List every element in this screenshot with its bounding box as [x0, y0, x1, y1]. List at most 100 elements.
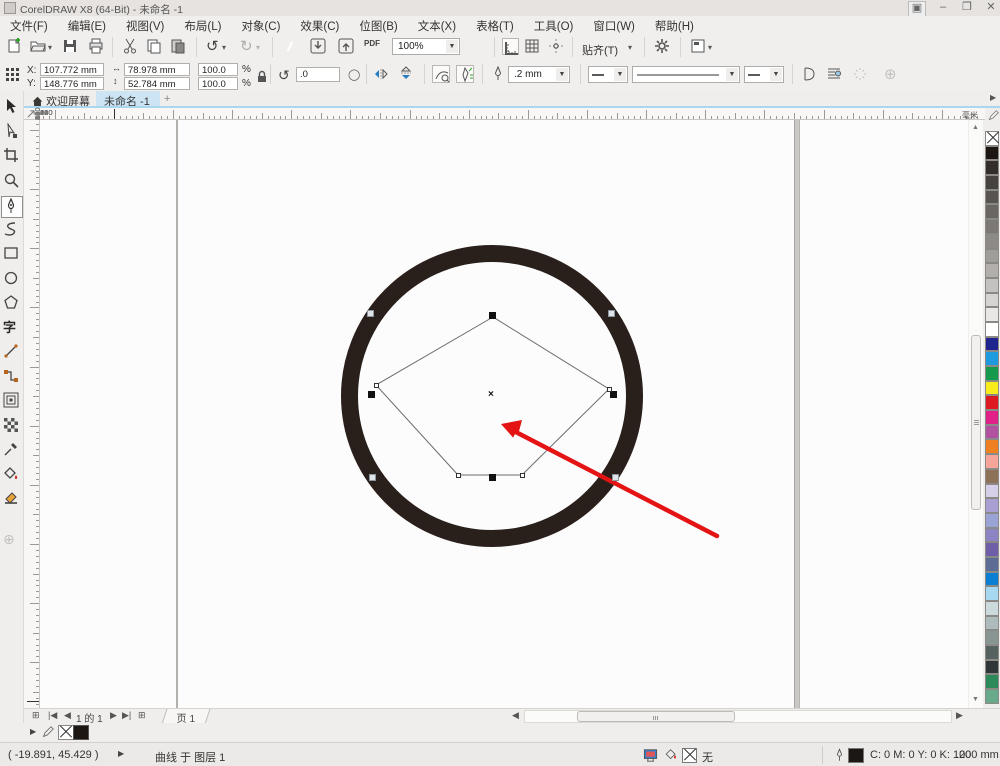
blur-icon[interactable]: [852, 66, 870, 84]
mirror-horizontal-icon[interactable]: ◯: [348, 68, 366, 86]
minimize-button[interactable]: –: [932, 1, 954, 15]
selection-handle-top-right[interactable]: [608, 310, 615, 317]
paste-icon[interactable]: [170, 38, 188, 56]
color-swatch[interactable]: [985, 439, 999, 455]
color-swatch[interactable]: [985, 645, 999, 660]
curve-node-bottom-right[interactable]: [520, 473, 525, 478]
fill-status-icon[interactable]: [664, 748, 679, 762]
menu-item[interactable]: 文件(F): [0, 16, 58, 34]
next-page-icon[interactable]: ▶: [110, 710, 117, 721]
menu-item[interactable]: 表格(T): [466, 16, 524, 34]
color-swatch[interactable]: [985, 175, 999, 190]
color-swatch[interactable]: [985, 189, 999, 205]
color-swatch[interactable]: [985, 204, 999, 220]
smart-fill-tool[interactable]: [3, 490, 21, 508]
color-swatch[interactable]: [985, 321, 999, 337]
page-tab[interactable]: 页 1: [161, 709, 211, 725]
color-swatch[interactable]: [985, 351, 999, 366]
status-flyout-icon[interactable]: ▶: [118, 749, 124, 758]
contour-tool[interactable]: [3, 392, 21, 410]
snap-to-button[interactable]: 贴齐(T): [582, 42, 618, 58]
x-position-field[interactable]: 107.772 mm: [40, 63, 104, 76]
color-swatch[interactable]: [985, 659, 999, 675]
scale-v-field[interactable]: 100.0: [198, 77, 238, 90]
color-swatch[interactable]: [985, 483, 999, 499]
flyout-arrow-icon[interactable]: ▶: [30, 727, 36, 736]
selection-handle-bottom-left[interactable]: [369, 474, 376, 481]
color-swatch[interactable]: [985, 160, 999, 176]
color-swatch[interactable]: [985, 527, 999, 543]
color-swatch[interactable]: [985, 219, 999, 234]
vertical-scrollbar[interactable]: ▲ ▼: [969, 120, 983, 708]
show-rulers-icon[interactable]: [502, 38, 519, 55]
horizontal-scrollbar-thumb[interactable]: [577, 711, 735, 722]
selection-handle-bottom-middle[interactable]: [489, 474, 496, 481]
text-tool[interactable]: 字: [3, 317, 21, 335]
horizontal-scrollbar[interactable]: [524, 710, 952, 723]
y-position-field[interactable]: 148.776 mm: [40, 77, 104, 90]
chevron-down-icon[interactable]: ▼: [556, 68, 568, 81]
export-icon[interactable]: [338, 38, 356, 56]
add-page-end-icon[interactable]: ⊞: [138, 710, 146, 721]
selection-handle-right-middle[interactable]: [610, 391, 617, 398]
open-icon[interactable]: [30, 38, 48, 56]
close-button[interactable]: ✕: [980, 1, 1000, 15]
document-palette-black-swatch[interactable]: [73, 725, 89, 740]
color-swatch[interactable]: [985, 263, 999, 278]
print-icon[interactable]: [88, 38, 106, 56]
outline-color-swatch[interactable]: [848, 748, 864, 763]
vertical-scrollbar-thumb[interactable]: [971, 335, 981, 510]
scroll-up-icon[interactable]: ▲: [972, 124, 979, 131]
document-palette-edit-icon[interactable]: [42, 726, 54, 738]
menu-item[interactable]: 工具(O): [524, 16, 584, 34]
color-swatch[interactable]: [985, 571, 999, 587]
reduce-nodes-icon[interactable]: [432, 65, 450, 83]
drawing-canvas[interactable]: ×: [40, 120, 968, 708]
add-preset-icon[interactable]: ⊕: [884, 65, 902, 83]
color-swatch[interactable]: [985, 336, 999, 352]
zoom-tool[interactable]: [3, 172, 21, 190]
crop-tool[interactable]: [3, 147, 21, 165]
shape-tool[interactable]: [3, 123, 21, 141]
horizontal-ruler[interactable]: 40 20 0 20 40 60 80 100 120 140 160 180 200 220 240 260: [40, 108, 985, 120]
launcher-dropdown[interactable]: ▾: [708, 43, 726, 61]
color-swatch[interactable]: [985, 498, 999, 513]
save-icon[interactable]: [62, 38, 80, 56]
dimension-tool[interactable]: [3, 343, 21, 361]
color-swatch[interactable]: [985, 145, 999, 161]
color-swatch[interactable]: [985, 674, 999, 690]
chevron-down-icon[interactable]: ▼: [726, 68, 738, 81]
color-swatch[interactable]: [985, 366, 999, 381]
color-proof-icon[interactable]: [643, 748, 658, 762]
restore-button[interactable]: ❐: [956, 1, 978, 15]
chevron-down-icon[interactable]: ▼: [614, 68, 626, 81]
color-swatch[interactable]: [985, 380, 999, 396]
menu-item[interactable]: 编辑(E): [58, 16, 116, 34]
polygon-tool[interactable]: [3, 294, 21, 312]
width-field[interactable]: 78.978 mm: [124, 63, 190, 76]
curve-node-left[interactable]: [374, 383, 379, 388]
options-gear-icon[interactable]: [654, 38, 672, 56]
menu-item[interactable]: 对象(C): [231, 16, 290, 34]
no-color-swatch[interactable]: [985, 131, 999, 146]
angle-field[interactable]: .0: [296, 67, 340, 82]
line-style-combo[interactable]: ▼: [632, 66, 740, 83]
color-swatch[interactable]: [985, 630, 999, 646]
color-swatch[interactable]: [985, 601, 999, 616]
document-palette-no-color[interactable]: [58, 725, 74, 740]
curve-node-right[interactable]: [607, 387, 612, 392]
publish-pdf-icon[interactable]: PDF: [364, 39, 382, 57]
ellipse-tool[interactable]: [3, 270, 21, 288]
color-swatch[interactable]: [985, 277, 999, 293]
menu-item[interactable]: 文本(X): [408, 16, 466, 34]
palette-edit-icon[interactable]: [988, 110, 999, 121]
vertical-ruler[interactable]: 240 220 200 180 160 140 120 100 80 60 40: [24, 107, 42, 708]
add-page-icon[interactable]: ⊞: [32, 710, 40, 721]
curve-node-bottom-left[interactable]: [456, 473, 461, 478]
menu-item[interactable]: 布局(L): [174, 16, 231, 34]
customize-toolbox-button[interactable]: ⊕: [3, 531, 21, 549]
selection-center-marker[interactable]: ×: [488, 389, 494, 400]
show-guidelines-icon[interactable]: [548, 38, 566, 56]
fill-none-swatch[interactable]: [682, 748, 697, 763]
hscroll-left-icon[interactable]: ◀: [512, 710, 519, 721]
